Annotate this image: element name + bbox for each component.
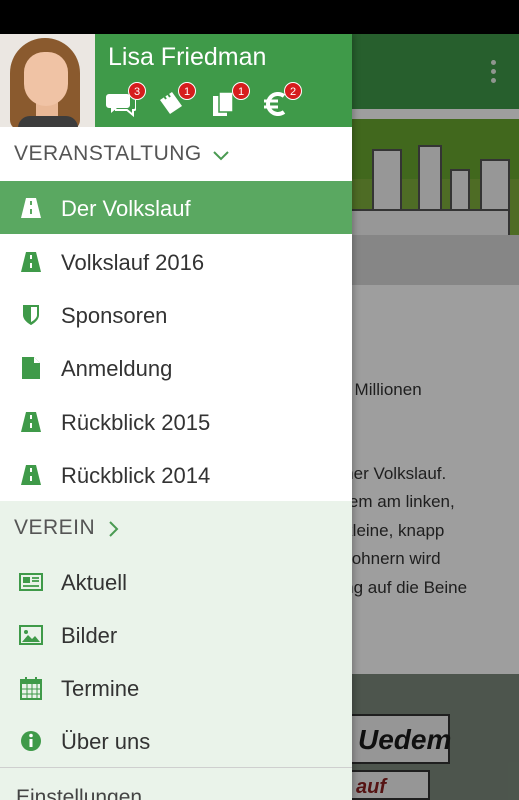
section-verein[interactable]: VEREIN (0, 501, 352, 555)
drawer-item-anmeldung[interactable]: Anmeldung (0, 341, 352, 394)
drawer-item-label: Rückblick 2014 (61, 463, 211, 488)
euro-badge: 2 (284, 82, 302, 100)
drawer-item-ueber-uns[interactable]: Über uns (0, 714, 352, 767)
drawer-item-rueckblick-2015[interactable]: Rückblick 2015 (0, 395, 352, 448)
drawer-item-bilder[interactable]: Bilder (0, 608, 352, 661)
section-label: VEREIN (14, 516, 96, 539)
tickets-badge: 1 (178, 82, 196, 100)
status-bar (0, 0, 519, 34)
verein-section: VEREIN Aktuell Bilder Termine Über uns (0, 501, 352, 800)
drawer-item-label: Aktuell (61, 570, 128, 595)
documents-icon[interactable]: 1 (210, 82, 250, 120)
road-icon (19, 463, 43, 487)
road-icon (19, 250, 43, 274)
settings-item[interactable]: Einstellungen (16, 786, 142, 800)
drawer-item-label: Der Volkslauf (61, 196, 191, 221)
chevron-right-icon (104, 520, 122, 538)
drawer-item-label: Sponsoren (61, 303, 168, 328)
drawer-header: Lisa Friedman 3 1 1 2 (0, 34, 352, 127)
section-label: VERANSTALTUNG (14, 142, 202, 165)
euro-icon[interactable]: 2 (262, 82, 302, 120)
drawer-item-label: Über uns (61, 729, 151, 754)
road-icon (19, 196, 43, 220)
drawer-item-rueckblick-2014[interactable]: Rückblick 2014 (0, 448, 352, 501)
drawer-item-der-volkslauf[interactable]: Der Volkslauf (0, 181, 352, 234)
drawer-item-sponsoren[interactable]: Sponsoren (0, 288, 352, 341)
newspaper-icon (19, 570, 43, 594)
drawer-item-termine[interactable]: Termine (0, 661, 352, 714)
drawer-item-label: Anmeldung (61, 356, 173, 381)
user-name: Lisa Friedman (108, 43, 267, 71)
chat-icon[interactable]: 3 (106, 82, 146, 120)
chevron-down-icon (212, 146, 230, 164)
divider (0, 767, 352, 768)
document-icon (19, 356, 43, 380)
tickets-icon[interactable]: 1 (156, 82, 196, 120)
drawer-item-label: Volkslauf 2016 (61, 250, 205, 275)
road-icon (19, 410, 43, 434)
avatar[interactable] (0, 34, 95, 127)
drawer-item-volkslauf-2016[interactable]: Volkslauf 2016 (0, 235, 352, 288)
shield-icon (19, 303, 43, 327)
drawer-item-label: Termine (61, 676, 140, 701)
image-icon (19, 623, 43, 647)
info-icon (19, 729, 43, 753)
navigation-drawer: Lisa Friedman 3 1 1 2 VERANSTALTUNG Der … (0, 34, 352, 800)
drawer-item-label: Bilder (61, 623, 118, 648)
section-veranstaltung[interactable]: VERANSTALTUNG (0, 127, 352, 181)
drawer-item-label: Rückblick 2015 (61, 410, 211, 435)
calendar-icon (19, 676, 43, 700)
chat-badge: 3 (128, 82, 146, 100)
documents-badge: 1 (232, 82, 250, 100)
drawer-item-aktuell[interactable]: Aktuell (0, 555, 352, 608)
